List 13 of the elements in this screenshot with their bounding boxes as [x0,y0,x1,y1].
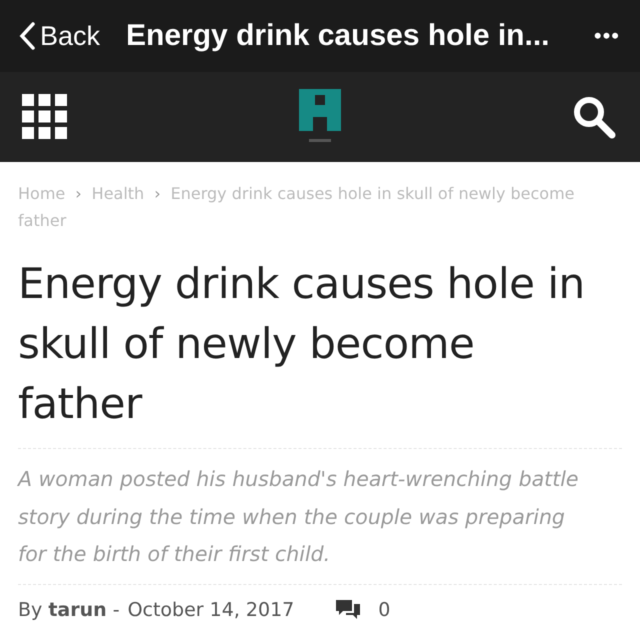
page-title: Energy drink causes hole in... [126,19,551,53]
post-date: October 14, 2017 [128,598,294,620]
article-title: Energy drink causes hole in skull of newly become father [18,258,586,430]
grid-menu-icon[interactable] [22,94,68,140]
logo-icon[interactable] [299,89,341,145]
chevron-left-icon [18,21,36,51]
more-button[interactable]: ••• [594,23,620,49]
comment-count: 0 [378,598,390,620]
byline: By tarun - [18,598,120,620]
article-excerpt: A woman posted his husband's heart-wrenching battle story during the time when the couple was preparing for the birth of their first child. [18,466,580,568]
search-icon[interactable] [572,95,616,139]
comments-icon[interactable] [336,600,360,620]
back-button[interactable]: Back [18,20,100,52]
